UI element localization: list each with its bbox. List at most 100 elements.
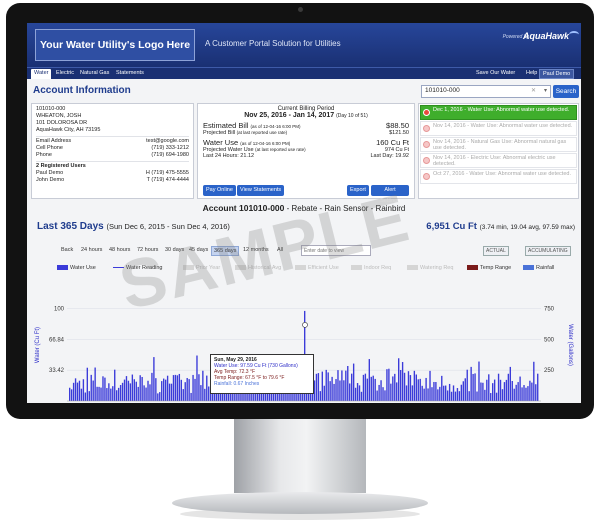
water-use-bar <box>476 391 478 401</box>
actual-toggle[interactable]: ACTUAL <box>483 246 509 256</box>
range-72h[interactable]: 72 hours <box>135 246 160 254</box>
water-use-bar <box>329 381 331 401</box>
water-use-bar <box>493 379 496 401</box>
water-use-bar <box>458 391 461 401</box>
range-12m[interactable]: 12 months <box>241 246 271 254</box>
nav-save-water[interactable]: Save Our Water <box>473 69 518 77</box>
legend-watering-req[interactable]: Watering Req <box>407 265 453 271</box>
water-use-bar <box>168 383 171 401</box>
water-use-bar <box>164 379 167 401</box>
tab-statements[interactable]: Statements <box>113 69 147 77</box>
alert-icon <box>423 173 430 180</box>
y-tick-label: 100 <box>54 307 65 313</box>
y-axis-label: Water (Cu Ft) <box>35 327 41 363</box>
water-use-bar <box>174 374 177 401</box>
water-use-bar <box>102 376 104 401</box>
water-use-bar <box>376 390 378 401</box>
tab-natural-gas[interactable]: Natural Gas <box>77 69 112 77</box>
water-use-bar <box>529 380 531 401</box>
water-use-bar <box>127 380 130 401</box>
y-tick-label: 33.42 <box>49 368 65 374</box>
water-use-bar <box>90 374 92 401</box>
account-search-input[interactable]: 101010-000 ✕ ▾ <box>421 85 551 98</box>
range-48h[interactable]: 48 hours <box>107 246 132 254</box>
water-use-bar <box>533 361 535 401</box>
water-use-bar <box>186 377 188 401</box>
water-use-bar <box>480 382 482 401</box>
date-input[interactable] <box>301 245 371 256</box>
water-use-bar <box>133 379 135 401</box>
water-use-bar <box>155 378 157 401</box>
y2-axis-label: Water (Gallons) <box>567 324 573 366</box>
export-button[interactable]: Export <box>347 185 369 196</box>
nav-help[interactable]: Help <box>523 69 540 77</box>
water-use-bar <box>423 388 425 401</box>
range-back[interactable]: Back <box>59 246 75 254</box>
water-use-bar <box>417 379 419 401</box>
tab-water[interactable]: Water <box>31 69 52 79</box>
legend-prior-year[interactable]: Prior Year <box>183 265 220 271</box>
range-365d[interactable]: 365 days <box>211 246 240 256</box>
water-use-bar <box>411 385 414 401</box>
water-use-bar <box>470 366 472 401</box>
water-use-bar <box>388 368 390 401</box>
user-menu[interactable]: Paul Demo <box>539 69 575 79</box>
legend-indoor-req[interactable]: Indoor Req <box>351 265 391 271</box>
chevron-down-icon[interactable]: ▾ <box>544 87 547 94</box>
utility-logo[interactable]: Your Water Utility's Logo Here <box>35 29 195 61</box>
legend-water-reading[interactable]: Water Reading <box>113 265 162 271</box>
range-all[interactable]: All <box>275 246 285 254</box>
alert-settings-button[interactable]: Alert Settings <box>371 185 409 204</box>
tab-electric[interactable]: Electric <box>53 69 77 77</box>
water-use-bar <box>335 379 337 401</box>
water-use-bar <box>407 371 410 401</box>
alert-item[interactable]: Nov 14, 2016 - Electric Use: Abnormal el… <box>420 153 577 168</box>
clear-icon[interactable]: ✕ <box>531 87 536 94</box>
water-use-bar <box>409 375 412 401</box>
alert-item[interactable]: Nov 14, 2016 - Natural Gas Use: Abnormal… <box>420 137 577 152</box>
water-use-bar <box>72 382 75 401</box>
water-use-bar <box>488 374 490 401</box>
water-use-bar <box>76 382 79 401</box>
water-use-bar <box>490 393 492 401</box>
water-use-bar <box>135 381 137 401</box>
water-use-bar <box>372 375 374 401</box>
water-use-bar <box>482 382 484 401</box>
range-45d[interactable]: 45 days <box>187 246 210 254</box>
legend-efficient-use[interactable]: Efficient Use <box>295 265 339 271</box>
water-use-bar <box>347 366 349 401</box>
water-use-bar <box>368 359 370 401</box>
pay-online-button[interactable]: Pay Online <box>203 185 236 196</box>
water-use-bar <box>204 388 206 401</box>
view-statements-button[interactable]: View Statements <box>237 185 285 196</box>
water-use-bar <box>178 373 181 401</box>
billing-period-dates: Nov 25, 2016 - Jan 14, 2017 (Day 10 of 5… <box>244 112 368 119</box>
legend-water-use[interactable]: Water Use <box>57 265 96 271</box>
search-button[interactable]: Search <box>553 85 579 98</box>
header: Your Water Utility's Logo Here A Custome… <box>27 23 581 67</box>
accumulating-toggle[interactable]: ACCUMULATING <box>525 246 571 256</box>
water-use-bar <box>497 373 500 401</box>
water-use-bar <box>188 379 190 401</box>
cell-value: (719) 333-1212 <box>151 145 189 151</box>
water-use-bar <box>474 373 476 401</box>
water-use-bar <box>100 387 102 401</box>
water-use-bar <box>527 386 529 401</box>
alert-item[interactable]: Dec 1, 2016 - Water Use: Abnormal water … <box>420 105 577 120</box>
proj-bill-label: Projected Bill <box>203 130 236 136</box>
range-30d[interactable]: 30 days <box>163 246 186 254</box>
water-use-bar <box>151 372 153 401</box>
legend-temp-range[interactable]: Temp Range <box>467 265 511 271</box>
legend-rainfall[interactable]: Rainfall <box>523 265 554 271</box>
water-use-bar <box>131 374 134 401</box>
customer-name: WHEATON, JOSH <box>36 113 82 119</box>
legend-historical-avg[interactable]: Historical Avg <box>235 265 281 271</box>
water-use-bar <box>161 381 163 401</box>
water-use-bar <box>462 381 464 401</box>
range-24h[interactable]: 24 hours <box>79 246 104 254</box>
alert-item[interactable]: Nov 14, 2016 - Water Use: Abnormal water… <box>420 121 577 136</box>
email-value[interactable]: test@google.com <box>146 138 189 145</box>
water-use-bar <box>157 393 159 401</box>
alert-item[interactable]: Oct 27, 2016 - Water Use: Abnormal water… <box>420 169 577 184</box>
alert-icon <box>423 125 430 132</box>
